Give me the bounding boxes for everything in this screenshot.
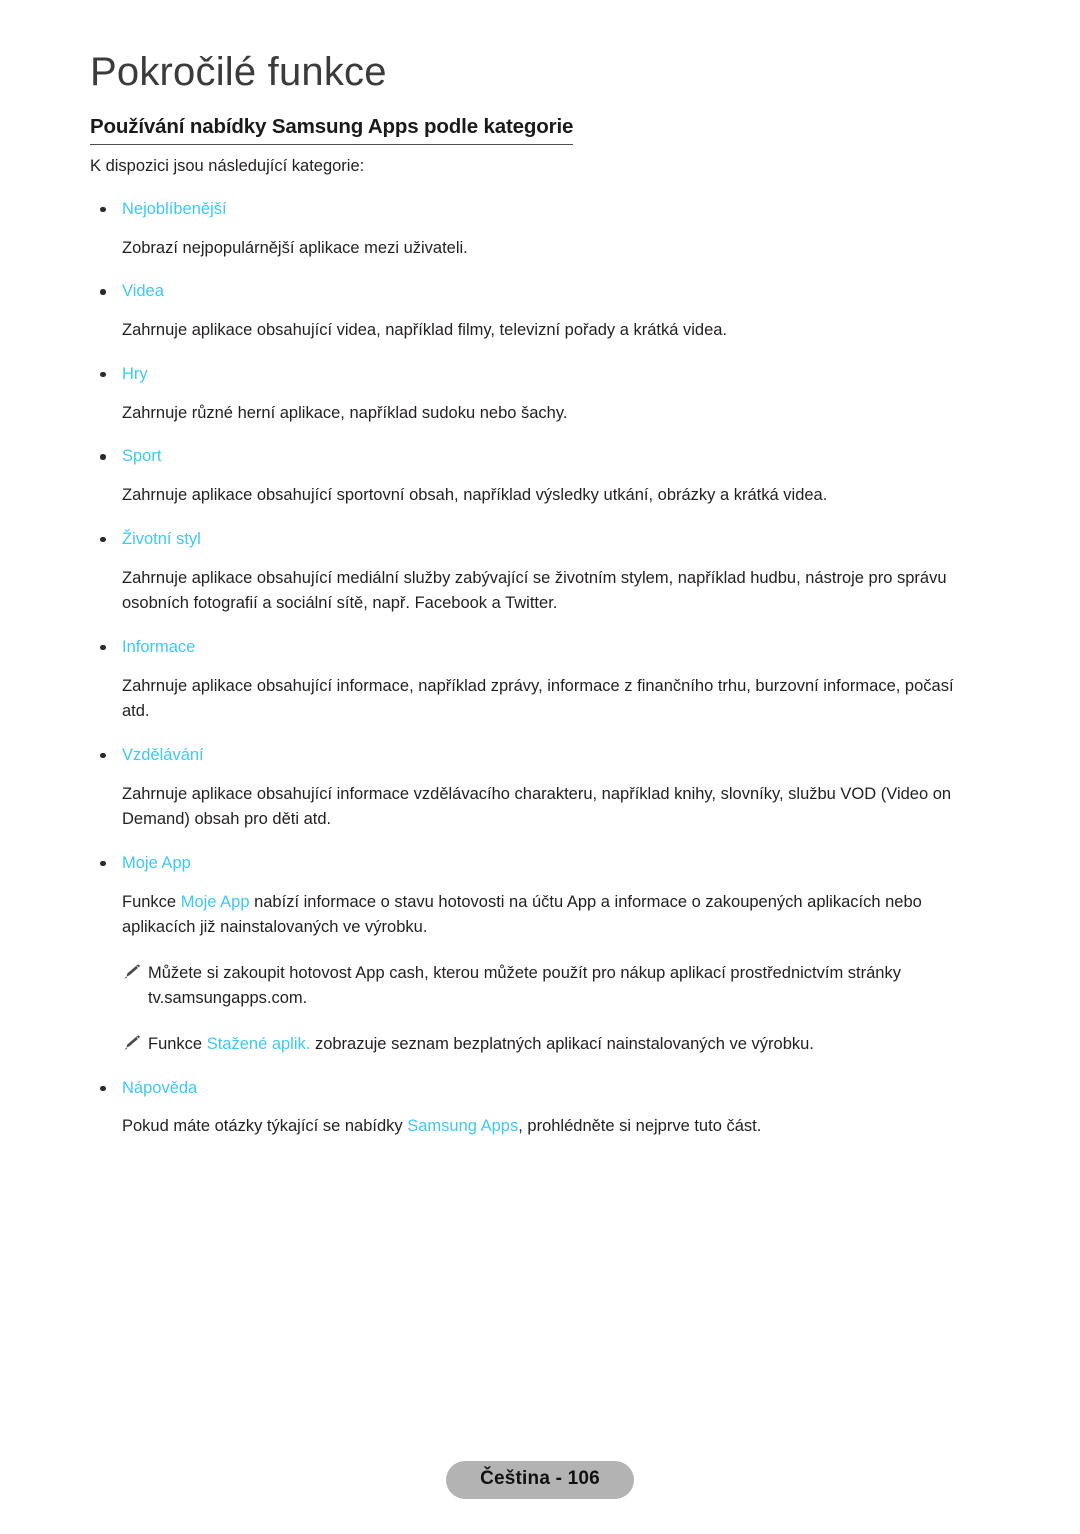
content-body: K dispozici jsou následující kategorie: … [0,150,1080,1140]
list-item: Sport [0,445,1080,469]
list-item: Hry [0,363,1080,387]
list-item: Životní styl [0,528,1080,552]
category-description: Zahrnuje různé herní aplikace, například… [122,403,568,422]
category-label[interactable]: Životní styl [122,530,201,548]
list-item: Informace [0,636,1080,660]
list-item: Nejoblíbenější [0,198,1080,222]
category-label[interactable]: Vzdělávání [122,746,204,764]
bullet-dot-icon [100,371,106,378]
category-label[interactable]: Hry [122,365,148,383]
category-description: Zahrnuje aplikace obsahující informace, … [122,676,954,721]
note-item: Můžete si zakoupit hotovost App cash, kt… [0,961,978,1012]
category-label[interactable]: Informace [122,638,195,656]
list-item: Moje App [0,852,1080,876]
moje-app-paragraph: Funkce Moje App nabízí informace o stavu… [122,890,980,941]
category-description: Zahrnuje aplikace obsahující informace v… [122,784,952,829]
bullet-dot-icon [100,1085,106,1092]
napoveda-paragraph: Pokud máte otázky týkající se nabídky Sa… [122,1114,980,1140]
note-text-before: Funkce [148,1035,207,1053]
category-label[interactable]: Nejoblíbenější [122,200,227,218]
document-page: Pokročilé funkce Používání nabídky Samsu… [0,0,1080,1534]
list-item: Vzdělávání [0,744,1080,768]
category-description: Zahrnuje aplikace obsahující mediální sl… [122,568,947,613]
intro-text: K dispozici jsou následující kategorie: [90,157,365,175]
note-text-before: Můžete si zakoupit hotovost App cash, kt… [148,963,901,1008]
bullet-dot-icon [100,454,106,460]
section-heading-container: Používání nabídky Samsung Apps podle kat… [90,115,573,145]
list-item: Videa [0,280,1080,304]
paragraph-text-before: Funkce [122,892,181,911]
category-description: Zahrnuje aplikace obsahující sportovní o… [122,486,828,505]
pencil-note-icon [122,963,142,981]
bullet-dot-icon [100,536,106,543]
category-description: Zahrnuje aplikace obsahující videa, např… [122,321,728,340]
bullet-dot-icon [100,206,106,213]
chapter-title: Pokročilé funkce [90,50,387,94]
inline-highlight[interactable]: Stažené aplik. [207,1035,311,1053]
inline-highlight[interactable]: Moje App [181,893,250,911]
category-label[interactable]: Videa [122,282,164,300]
page-number-badge: Čeština - 106 [446,1461,634,1499]
bullet-dot-icon [100,644,106,651]
bullet-dot-icon [100,289,106,295]
category-label[interactable]: Sport [122,447,161,465]
category-description: Zobrazí nejpopulárnější aplikace mezi už… [122,238,468,257]
bullet-dot-icon [100,752,106,759]
inline-highlight[interactable]: Samsung Apps [407,1117,518,1135]
bullet-dot-icon [100,860,106,867]
pencil-note-icon [122,1034,142,1052]
note-text-after: zobrazuje seznam bezplatných aplikací na… [310,1035,814,1053]
section-heading: Používání nabídky Samsung Apps podle kat… [90,115,573,145]
category-label[interactable]: Moje App [122,854,191,872]
list-item: Nápověda [0,1077,1080,1101]
category-label[interactable]: Nápověda [122,1079,197,1097]
paragraph-text-before: Pokud máte otázky týkající se nabídky [122,1117,408,1136]
paragraph-text-after: , prohlédněte si nejprve tuto část. [518,1117,762,1136]
note-item: Funkce Stažené aplik. zobrazuje seznam b… [0,1032,978,1058]
page-footer: Čeština - 106 [0,1461,1080,1499]
